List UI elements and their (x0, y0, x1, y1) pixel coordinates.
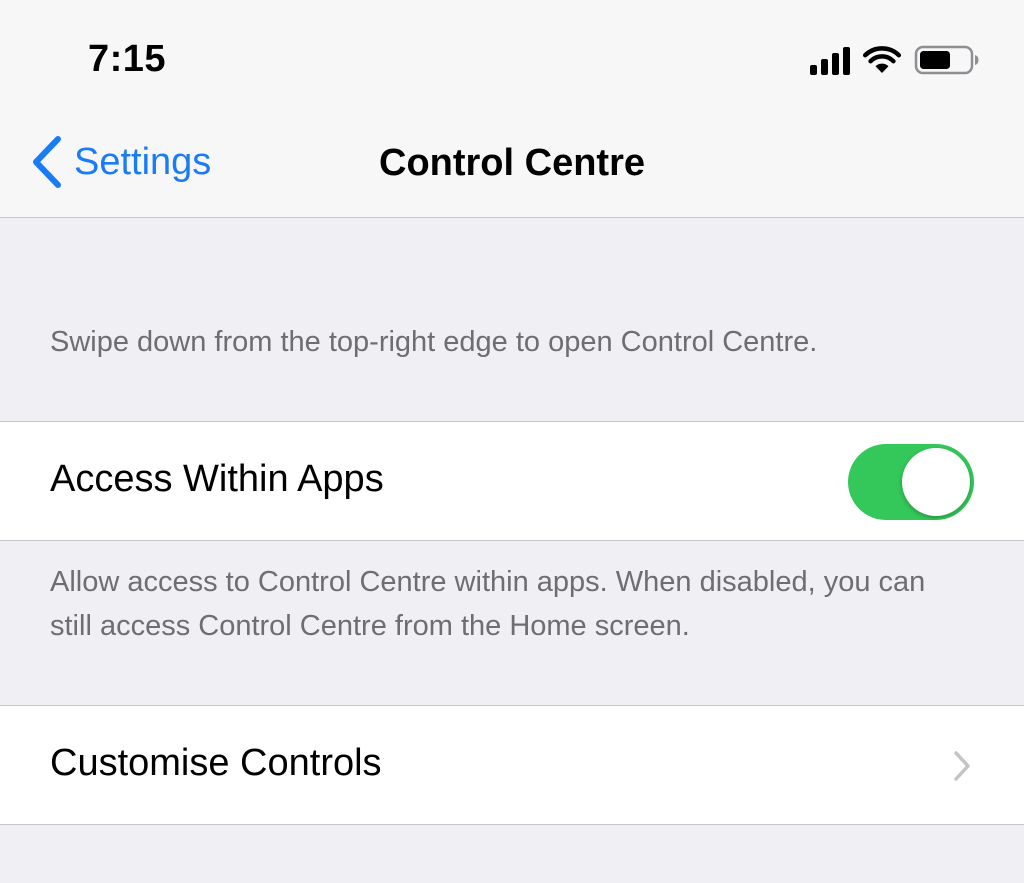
access-within-apps-footer: Allow access to Control Centre within ap… (50, 566, 926, 642)
toggle-knob (902, 448, 970, 516)
page-title: Control Centre (379, 142, 645, 184)
access-within-apps-label: Access Within Apps (50, 458, 384, 500)
access-within-apps-toggle[interactable] (848, 444, 974, 520)
customise-controls-row[interactable]: Customise Controls (0, 705, 1024, 825)
battery-icon (914, 44, 980, 76)
status-bar: 7:15 (0, 0, 1024, 112)
status-icons (810, 42, 980, 78)
control-centre-screen: 7:15 Settings Control Centre Swipe down … (0, 0, 1024, 883)
cellular-signal-icon (810, 45, 850, 75)
status-time: 7:15 (88, 38, 167, 80)
navigation-bar: Settings Control Centre (0, 112, 1024, 218)
intro-text: Swipe down from the top-right edge to op… (50, 326, 818, 358)
customise-controls-label: Customise Controls (50, 742, 382, 784)
chevron-right-icon (952, 750, 972, 782)
wifi-icon (862, 45, 902, 75)
access-within-apps-row: Access Within Apps (0, 421, 1024, 541)
